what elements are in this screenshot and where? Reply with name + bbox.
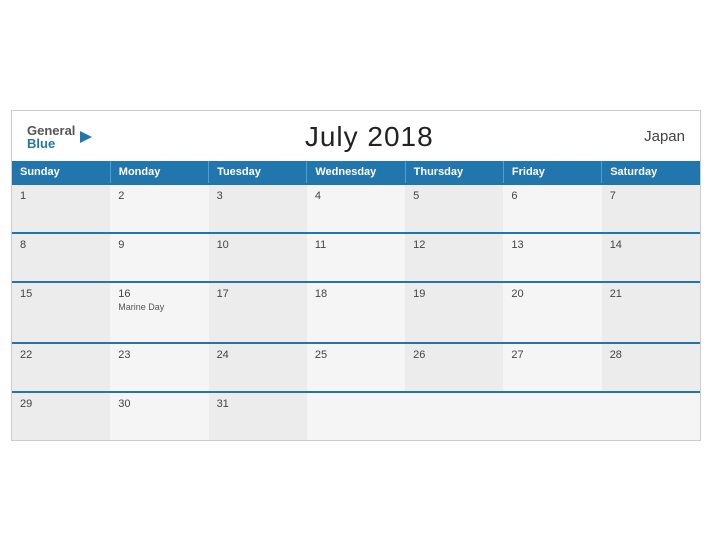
calendar-title: July 2018	[305, 121, 434, 153]
table-row: 22	[12, 343, 110, 392]
calendar-week-row: 8 9 10 11 12 13 14	[12, 233, 700, 282]
weekday-header-row: Sunday Monday Tuesday Wednesday Thursday…	[12, 161, 700, 184]
table-row: 7	[602, 184, 700, 233]
day-number: 27	[511, 349, 593, 361]
calendar-week-row: 1 2 3 4 5 6 7	[12, 184, 700, 233]
holiday-label: Marine Day	[118, 302, 200, 312]
day-number: 12	[413, 239, 495, 251]
day-number: 2	[118, 190, 200, 202]
table-row: 27	[503, 343, 601, 392]
calendar-table: Sunday Monday Tuesday Wednesday Thursday…	[12, 161, 700, 440]
table-row: 24	[209, 343, 307, 392]
day-number: 19	[413, 288, 495, 300]
table-row: 11	[307, 233, 405, 282]
day-number: 23	[118, 349, 200, 361]
day-number: 15	[20, 288, 102, 300]
day-number: 10	[217, 239, 299, 251]
table-row: 17	[209, 282, 307, 343]
table-row: 31	[209, 392, 307, 440]
calendar-country: Japan	[644, 128, 685, 145]
day-number: 28	[610, 349, 692, 361]
table-row: 25	[307, 343, 405, 392]
day-number: 30	[118, 398, 200, 410]
day-number: 3	[217, 190, 299, 202]
table-row: 19	[405, 282, 503, 343]
table-row: 12	[405, 233, 503, 282]
header-tuesday: Tuesday	[209, 161, 307, 184]
day-number: 7	[610, 190, 692, 202]
calendar: General Blue July 2018 Japan Sunday Mond…	[11, 110, 701, 441]
header-saturday: Saturday	[602, 161, 700, 184]
header-friday: Friday	[503, 161, 601, 184]
table-row: 6	[503, 184, 601, 233]
day-number: 8	[20, 239, 102, 251]
table-row: 3	[209, 184, 307, 233]
table-row: 16 Marine Day	[110, 282, 208, 343]
header-wednesday: Wednesday	[307, 161, 405, 184]
header-monday: Monday	[110, 161, 208, 184]
table-row: 30	[110, 392, 208, 440]
day-number: 13	[511, 239, 593, 251]
table-row: 23	[110, 343, 208, 392]
table-row: 28	[602, 343, 700, 392]
table-row: 4	[307, 184, 405, 233]
header-thursday: Thursday	[405, 161, 503, 184]
table-row: 21	[602, 282, 700, 343]
table-row: 8	[12, 233, 110, 282]
day-number: 20	[511, 288, 593, 300]
day-number: 9	[118, 239, 200, 251]
day-number: 18	[315, 288, 397, 300]
header-sunday: Sunday	[12, 161, 110, 184]
table-row: 20	[503, 282, 601, 343]
day-number: 17	[217, 288, 299, 300]
calendar-header: General Blue July 2018 Japan	[12, 111, 700, 161]
table-row	[602, 392, 700, 440]
day-number: 22	[20, 349, 102, 361]
table-row	[405, 392, 503, 440]
day-number: 26	[413, 349, 495, 361]
day-number: 6	[511, 190, 593, 202]
logo-general-text: General	[27, 124, 75, 137]
day-number: 11	[315, 239, 397, 251]
table-row: 10	[209, 233, 307, 282]
day-number: 14	[610, 239, 692, 251]
day-number: 29	[20, 398, 102, 410]
table-row: 2	[110, 184, 208, 233]
flag-icon	[78, 129, 94, 145]
logo: General Blue	[27, 124, 94, 150]
day-number: 25	[315, 349, 397, 361]
day-number: 31	[217, 398, 299, 410]
day-number: 4	[315, 190, 397, 202]
day-number: 1	[20, 190, 102, 202]
table-row: 26	[405, 343, 503, 392]
calendar-week-row: 22 23 24 25 26 27 28	[12, 343, 700, 392]
day-number: 16	[118, 288, 200, 300]
day-number: 24	[217, 349, 299, 361]
calendar-week-row: 15 16 Marine Day 17 18 19 20 21	[12, 282, 700, 343]
table-row: 9	[110, 233, 208, 282]
table-row: 29	[12, 392, 110, 440]
day-number: 5	[413, 190, 495, 202]
table-row: 13	[503, 233, 601, 282]
table-row: 5	[405, 184, 503, 233]
logo-blue-text: Blue	[27, 137, 75, 150]
calendar-week-row: 29 30 31	[12, 392, 700, 440]
day-number: 21	[610, 288, 692, 300]
table-row: 15	[12, 282, 110, 343]
table-row	[307, 392, 405, 440]
table-row: 14	[602, 233, 700, 282]
table-row: 1	[12, 184, 110, 233]
table-row: 18	[307, 282, 405, 343]
table-row	[503, 392, 601, 440]
